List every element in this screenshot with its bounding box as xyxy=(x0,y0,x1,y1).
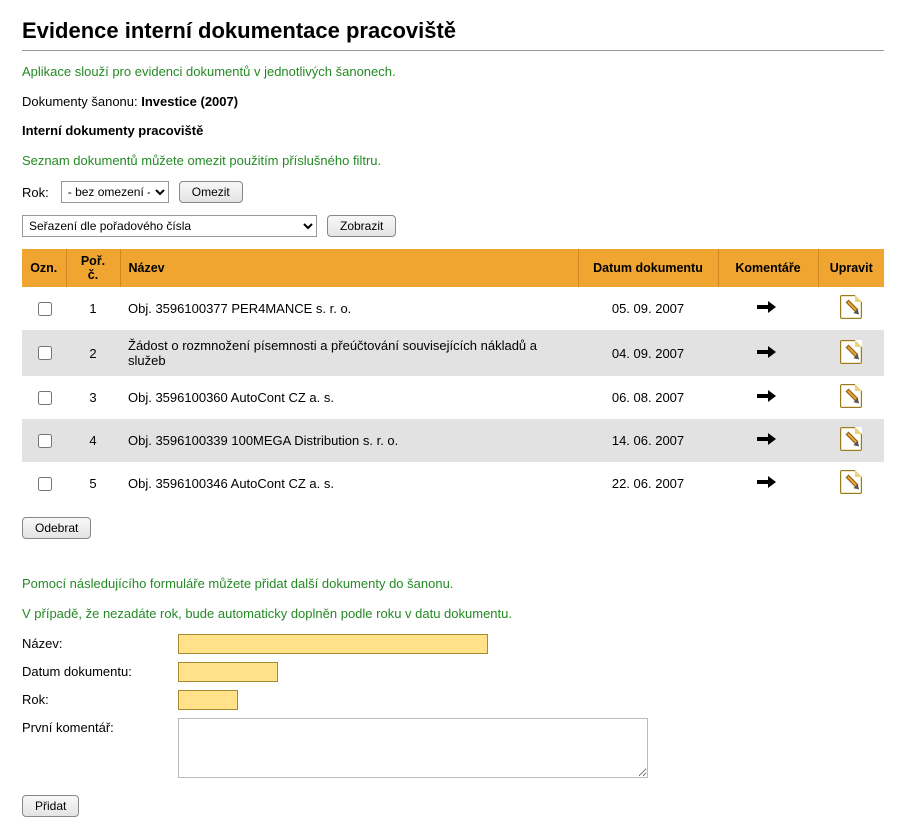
sanon-line: Dokumenty šanonu: Investice (2007) xyxy=(22,93,884,111)
sort-select[interactable]: Seřazení dle pořadového čísla xyxy=(22,215,317,237)
row-checkbox[interactable] xyxy=(38,302,52,316)
row-checkbox[interactable] xyxy=(38,434,52,448)
cell-datum: 22. 06. 2007 xyxy=(578,462,718,505)
cell-por: 3 xyxy=(66,376,120,419)
cell-nazev: Obj. 3596100360 AutoCont CZ a. s. xyxy=(120,376,578,419)
edit-icon[interactable] xyxy=(840,295,862,319)
col-header-ozn: Ozn. xyxy=(22,249,66,287)
arrow-right-icon[interactable] xyxy=(757,301,779,313)
table-header-row: Ozn. Poř. č. Název Datum dokumentu Komen… xyxy=(22,249,884,287)
col-header-datum: Datum dokumentu xyxy=(578,249,718,287)
add-form-area: Pomocí následujícího formuláře můžete př… xyxy=(22,575,884,817)
add-form-grid: Název: Datum dokumentu: Rok: První komen… xyxy=(22,634,884,781)
add-hint-1: Pomocí následujícího formuláře můžete př… xyxy=(22,575,884,593)
sort-row: Seřazení dle pořadového čísla Zobrazit xyxy=(22,215,884,237)
edit-icon[interactable] xyxy=(840,470,862,494)
year-label: Rok: xyxy=(22,185,49,200)
col-header-komentare: Komentáře xyxy=(718,249,818,287)
remove-button[interactable]: Odebrat xyxy=(22,517,91,539)
limit-button[interactable]: Omezit xyxy=(179,181,243,203)
table-row: 5Obj. 3596100346 AutoCont CZ a. s.22. 06… xyxy=(22,462,884,505)
input-komentar[interactable] xyxy=(178,718,648,778)
col-header-por: Poř. č. xyxy=(66,249,120,287)
table-row: 4Obj. 3596100339 100MEGA Distribution s.… xyxy=(22,419,884,462)
cell-datum: 14. 06. 2007 xyxy=(578,419,718,462)
show-button[interactable]: Zobrazit xyxy=(327,215,396,237)
input-rok[interactable] xyxy=(178,690,238,710)
label-datum: Datum dokumentu: xyxy=(22,662,172,679)
input-datum[interactable] xyxy=(178,662,278,682)
page-title: Evidence interní dokumentace pracoviště xyxy=(22,18,884,44)
arrow-right-icon[interactable] xyxy=(757,433,779,445)
row-checkbox[interactable] xyxy=(38,391,52,405)
sanon-name: Investice (2007) xyxy=(141,94,238,109)
arrow-right-icon[interactable] xyxy=(757,476,779,488)
add-hint-2: V případě, že nezadáte rok, bude automat… xyxy=(22,605,884,623)
row-checkbox[interactable] xyxy=(38,346,52,360)
arrow-right-icon[interactable] xyxy=(757,346,779,358)
edit-icon[interactable] xyxy=(840,384,862,408)
cell-nazev: Obj. 3596100377 PER4MANCE s. r. o. xyxy=(120,287,578,330)
table-row: 2Žádost o rozmnožení písemnosti a přeúčt… xyxy=(22,330,884,376)
year-filter-row: Rok: - bez omezení - Omezit xyxy=(22,181,884,203)
label-komentar: První komentář: xyxy=(22,718,172,735)
label-nazev: Název: xyxy=(22,634,172,651)
col-header-nazev: Název xyxy=(120,249,578,287)
arrow-right-icon[interactable] xyxy=(757,390,779,402)
cell-datum: 04. 09. 2007 xyxy=(578,330,718,376)
cell-por: 1 xyxy=(66,287,120,330)
edit-icon[interactable] xyxy=(840,340,862,364)
documents-table: Ozn. Poř. č. Název Datum dokumentu Komen… xyxy=(22,249,884,505)
cell-datum: 05. 09. 2007 xyxy=(578,287,718,330)
table-row: 1Obj. 3596100377 PER4MANCE s. r. o.05. 0… xyxy=(22,287,884,330)
label-rok: Rok: xyxy=(22,690,172,707)
row-checkbox[interactable] xyxy=(38,477,52,491)
year-select[interactable]: - bez omezení - xyxy=(61,181,169,203)
title-divider xyxy=(22,50,884,51)
filter-hint: Seznam dokumentů můžete omezit použitím … xyxy=(22,152,884,170)
intro-text: Aplikace slouží pro evidenci dokumentů v… xyxy=(22,63,884,81)
section-heading: Interní dokumenty pracoviště xyxy=(22,122,884,140)
cell-nazev: Žádost o rozmnožení písemnosti a přeúčto… xyxy=(120,330,578,376)
cell-por: 4 xyxy=(66,419,120,462)
cell-por: 2 xyxy=(66,330,120,376)
cell-datum: 06. 08. 2007 xyxy=(578,376,718,419)
cell-nazev: Obj. 3596100339 100MEGA Distribution s. … xyxy=(120,419,578,462)
documents-tbody: 1Obj. 3596100377 PER4MANCE s. r. o.05. 0… xyxy=(22,287,884,505)
cell-nazev: Obj. 3596100346 AutoCont CZ a. s. xyxy=(120,462,578,505)
cell-por: 5 xyxy=(66,462,120,505)
input-nazev[interactable] xyxy=(178,634,488,654)
sanon-prefix: Dokumenty šanonu: xyxy=(22,94,141,109)
col-header-upravit: Upravit xyxy=(818,249,884,287)
add-button[interactable]: Přidat xyxy=(22,795,79,817)
edit-icon[interactable] xyxy=(840,427,862,451)
table-row: 3Obj. 3596100360 AutoCont CZ a. s.06. 08… xyxy=(22,376,884,419)
